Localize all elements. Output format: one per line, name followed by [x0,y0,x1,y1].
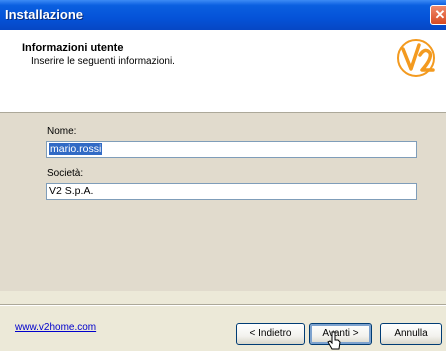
cancel-button[interactable]: Annulla [380,323,442,345]
website-link[interactable]: www.v2home.com [15,322,96,333]
name-field[interactable]: mario.rossi [46,141,417,158]
name-value: mario.rossi [49,143,103,155]
v2-logo-icon [397,39,435,77]
installer-window: Installazione ✕ Informazioni utente Inse… [0,0,446,350]
title-bar[interactable]: Installazione ✕ [0,0,446,30]
company-value: V2 S.p.A. [49,185,94,197]
close-button[interactable]: ✕ [430,5,446,25]
page-title: Informazioni utente [22,42,124,54]
name-label: Nome: [47,126,77,137]
close-icon: ✕ [434,7,446,22]
window-title: Installazione [5,7,84,22]
back-button[interactable]: < Indietro [236,323,305,345]
page-subtitle: Inserire le seguenti informazioni. [31,56,175,67]
footer-separator [0,304,446,306]
company-label: Società: [47,168,84,179]
form-panel [0,113,446,291]
mouse-pointer-icon [327,331,341,350]
company-field[interactable]: V2 S.p.A. [46,183,417,200]
